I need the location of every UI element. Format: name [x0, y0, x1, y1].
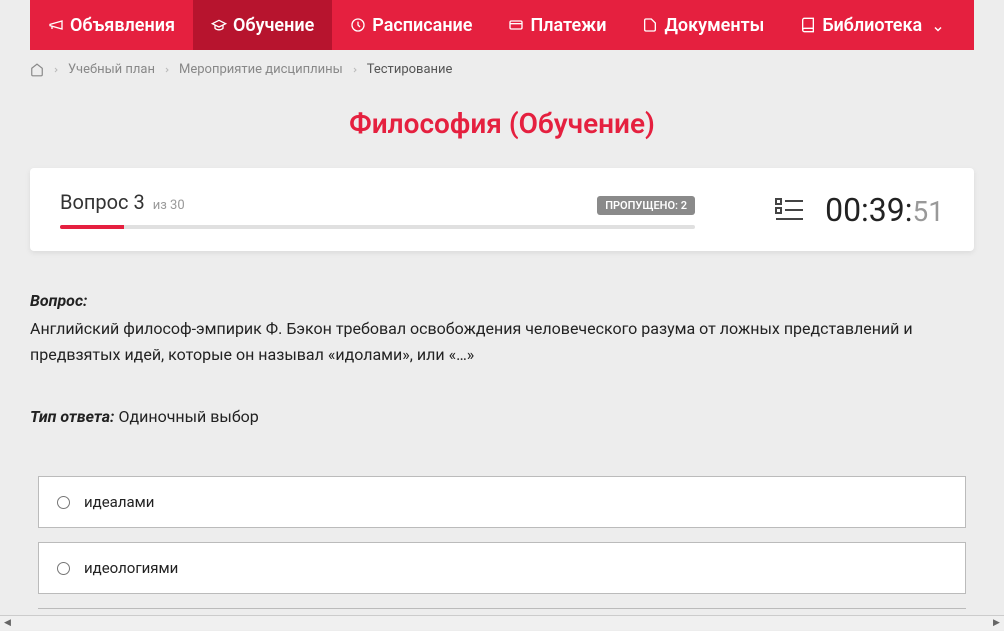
nav-label: Объявления — [70, 15, 175, 36]
timer-seconds: 51 — [913, 195, 944, 228]
answer-type-label: Тип ответа: — [30, 407, 114, 426]
question-list-icon[interactable] — [775, 197, 805, 223]
breadcrumb: Учебный план Мероприятие дисциплины Тест… — [30, 50, 974, 89]
status-card: Вопрос 3 из 30 ПРОПУЩЕНО: 2 00:39:51 — [30, 168, 974, 251]
card-icon — [508, 17, 524, 33]
scroll-track[interactable] — [15, 616, 989, 630]
megaphone-icon — [48, 17, 64, 33]
skipped-badge: ПРОПУЩЕНО: 2 — [597, 196, 695, 215]
progress-fill — [60, 225, 124, 229]
question-of-label: из 30 — [153, 198, 185, 213]
nav-schedule[interactable]: Расписание — [332, 0, 490, 50]
answer-option-label: идеалами — [84, 493, 154, 511]
chevron-right-icon — [351, 66, 359, 74]
nav-label: Расписание — [372, 15, 472, 36]
nav-label: Обучение — [233, 15, 314, 36]
answer-type-value: Одиночный выбор — [114, 407, 258, 426]
page-title: Философия (Обучение) — [0, 107, 1004, 140]
answer-option[interactable]: идеалами — [38, 476, 966, 528]
scroll-right-button[interactable]: ▶ — [989, 616, 1004, 631]
chevron-down-icon — [932, 19, 944, 31]
breadcrumb-link[interactable]: Мероприятие дисциплины — [179, 62, 343, 77]
scroll-left-button[interactable]: ◀ — [0, 616, 15, 631]
timer: 00:39:51 — [825, 191, 944, 229]
question-heading: Вопрос: — [30, 291, 974, 310]
nav-documents[interactable]: Документы — [624, 0, 782, 50]
answer-option-label: идеологиями — [84, 559, 178, 577]
question-text: Английский философ-эмпирик Ф. Бэкон треб… — [30, 316, 974, 367]
nav-label: Платежи — [530, 15, 606, 36]
clock-icon — [350, 17, 366, 33]
graduation-cap-icon — [211, 17, 227, 33]
nav-payments[interactable]: Платежи — [490, 0, 624, 50]
nav-announcements[interactable]: Объявления — [30, 0, 193, 50]
answer-radio[interactable] — [57, 496, 70, 509]
nav-label: Библиотека — [822, 15, 922, 36]
timer-main: 00:39: — [825, 191, 912, 229]
chevron-right-icon — [163, 66, 171, 74]
breadcrumb-current: Тестирование — [367, 62, 453, 77]
main-navbar: Объявления Обучение Расписание Платежи Д… — [30, 0, 974, 50]
document-icon — [642, 17, 658, 33]
nav-learning[interactable]: Обучение — [193, 0, 332, 50]
answer-radio[interactable] — [57, 562, 70, 575]
home-icon[interactable] — [30, 63, 44, 77]
nav-library[interactable]: Библиотека — [782, 0, 962, 50]
question-number-label: Вопрос 3 — [60, 190, 145, 214]
book-icon — [800, 17, 816, 33]
option-divider — [38, 608, 966, 609]
nav-label: Документы — [664, 15, 764, 36]
chevron-right-icon — [52, 66, 60, 74]
answer-option[interactable]: идеологиями — [38, 542, 966, 594]
breadcrumb-link[interactable]: Учебный план — [68, 62, 155, 77]
progress-bar — [60, 225, 695, 229]
horizontal-scrollbar[interactable]: ◀ ▶ — [0, 615, 1004, 630]
